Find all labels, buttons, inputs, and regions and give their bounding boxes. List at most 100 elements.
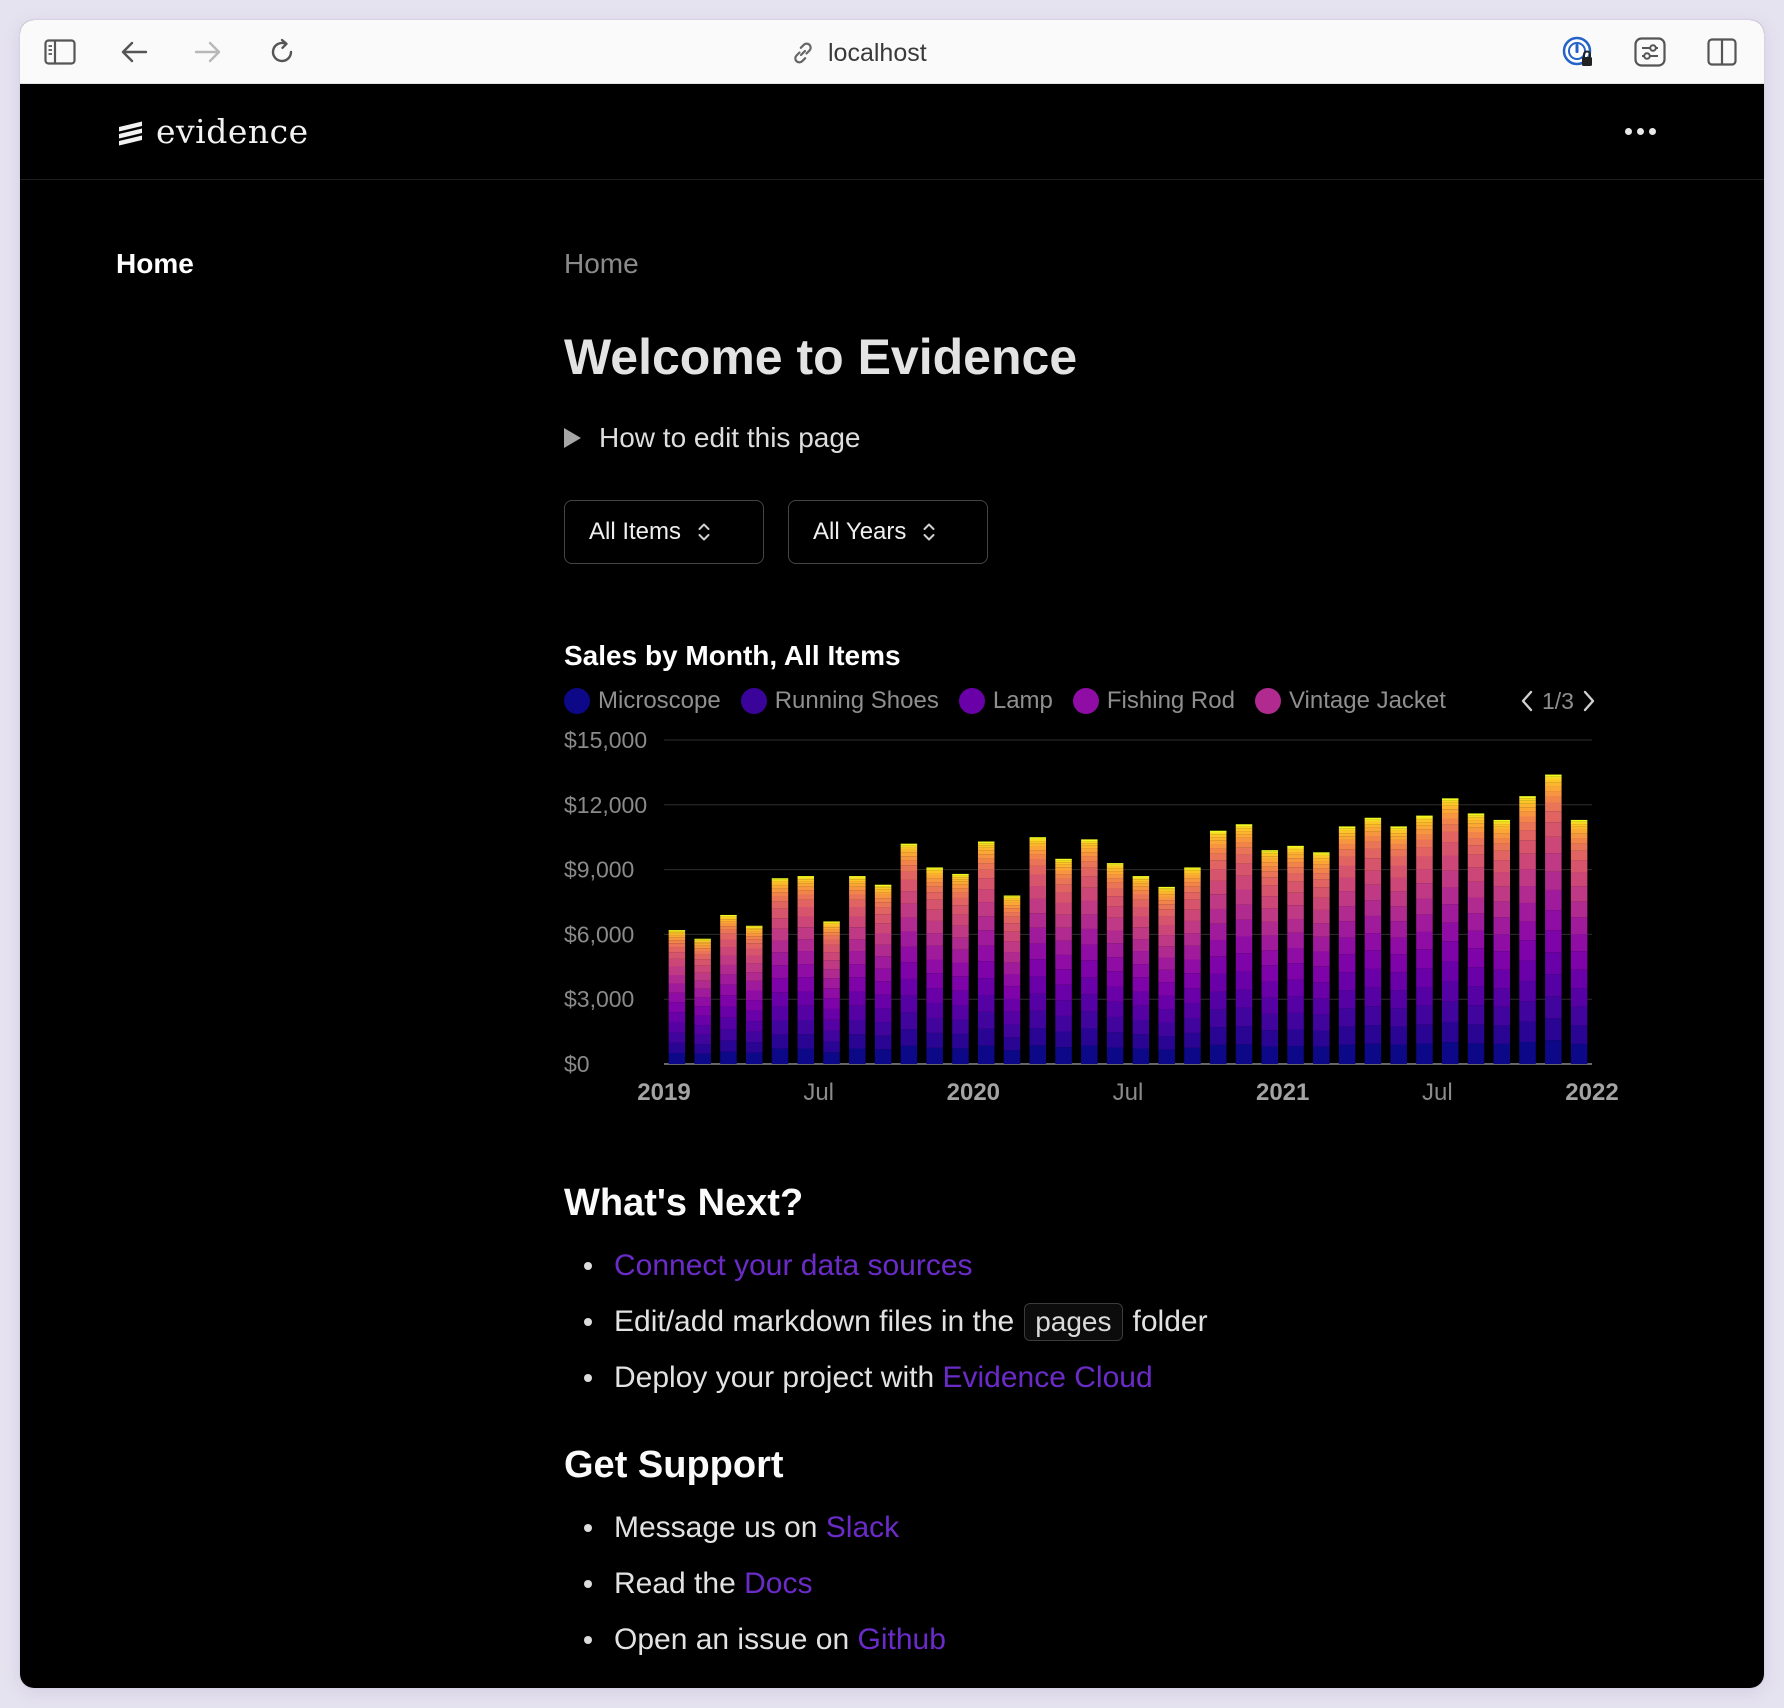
bar-segment xyxy=(1570,843,1588,851)
bar-segment xyxy=(694,1044,711,1054)
bar-segment xyxy=(849,939,866,952)
bar[interactable] xyxy=(1158,886,1175,1064)
legend-item-fishing-rod[interactable]: Fishing Rod xyxy=(1072,687,1235,715)
bar[interactable] xyxy=(849,876,866,1064)
bar[interactable] xyxy=(823,921,840,1064)
bar[interactable] xyxy=(745,925,763,1064)
bar[interactable] xyxy=(1338,826,1356,1064)
bar-segment xyxy=(1493,886,1511,902)
bar[interactable] xyxy=(1570,819,1588,1064)
reload-icon[interactable] xyxy=(264,34,300,70)
bar[interactable] xyxy=(1029,837,1047,1064)
bar-segment xyxy=(1570,850,1588,861)
bar-segment xyxy=(720,947,737,956)
bar-segment xyxy=(1313,982,1330,999)
extensions-icon[interactable] xyxy=(1632,34,1668,70)
bar[interactable] xyxy=(926,867,943,1064)
bar-segment xyxy=(900,860,918,866)
bar[interactable] xyxy=(797,876,815,1064)
legend-item-vintage-jacket[interactable]: Vintage Jacket xyxy=(1254,687,1446,715)
slack-link[interactable]: Slack xyxy=(826,1511,899,1545)
password-manager-icon[interactable] xyxy=(1560,34,1596,70)
bar-segment xyxy=(1467,1024,1485,1044)
bar[interactable] xyxy=(1209,830,1227,1064)
bar[interactable] xyxy=(1081,839,1098,1064)
bar-segment xyxy=(1390,839,1407,845)
legend-swatch xyxy=(564,688,590,714)
bar[interactable] xyxy=(874,884,892,1064)
bar[interactable] xyxy=(1364,817,1382,1064)
years-dropdown[interactable]: All Years xyxy=(788,500,988,564)
github-link[interactable]: Github xyxy=(858,1623,946,1657)
bar-segment xyxy=(849,883,866,887)
how-to-edit-disclosure[interactable]: How to edit this page xyxy=(564,422,861,454)
bar-segment xyxy=(1570,1043,1588,1064)
more-menu-icon[interactable] xyxy=(1618,118,1662,144)
bar-segment xyxy=(1416,914,1433,932)
bar-segment xyxy=(1493,969,1511,989)
bar[interactable] xyxy=(1416,815,1433,1064)
bar-segment xyxy=(926,959,943,974)
bar[interactable] xyxy=(1184,867,1201,1064)
bar[interactable] xyxy=(1390,826,1407,1064)
items-dropdown[interactable]: All Items xyxy=(564,500,764,564)
bar-segment xyxy=(1338,865,1356,878)
back-arrow-icon[interactable] xyxy=(116,34,152,70)
bar-segment xyxy=(668,992,686,1003)
bar[interactable] xyxy=(1441,798,1459,1064)
bar-segment xyxy=(1364,1025,1382,1044)
bar-segment xyxy=(1441,809,1459,814)
docs-link[interactable]: Docs xyxy=(744,1567,812,1601)
chevron-left-icon[interactable] xyxy=(1520,689,1534,713)
legend-item-running-shoes[interactable]: Running Shoes xyxy=(740,687,939,715)
bar[interactable] xyxy=(952,873,969,1064)
legend-item-lamp[interactable]: Lamp xyxy=(958,687,1053,715)
bar[interactable] xyxy=(1519,796,1536,1064)
bar-segment xyxy=(1570,826,1588,830)
bar-segment xyxy=(1209,848,1227,854)
bar[interactable] xyxy=(1313,852,1330,1064)
bar-segment xyxy=(1313,853,1330,856)
bar[interactable] xyxy=(1132,876,1150,1064)
bar-segment xyxy=(1081,839,1098,842)
bar[interactable] xyxy=(1055,858,1072,1064)
legend-item-microscope[interactable]: Microscope xyxy=(564,687,721,715)
bar[interactable] xyxy=(1545,774,1562,1064)
bar-segment xyxy=(1545,779,1562,783)
bar-segment xyxy=(874,889,892,893)
bar[interactable] xyxy=(1261,850,1279,1064)
x-tick-label: Jul xyxy=(1113,1079,1144,1106)
link-icon xyxy=(794,42,812,64)
bar[interactable] xyxy=(1467,813,1485,1064)
evidence-logo[interactable]: evidence xyxy=(116,112,309,151)
bar[interactable] xyxy=(1106,863,1124,1064)
bar[interactable] xyxy=(1235,824,1253,1064)
bar-segment xyxy=(1390,865,1407,878)
bar[interactable] xyxy=(1287,845,1304,1064)
chevron-right-icon[interactable] xyxy=(1582,689,1596,713)
bar-segment xyxy=(926,1032,943,1048)
bar[interactable] xyxy=(1003,895,1021,1064)
forward-arrow-icon[interactable] xyxy=(190,34,226,70)
bar-segment xyxy=(745,928,763,930)
bar-segment xyxy=(1338,856,1356,866)
sidebar-item-home[interactable]: Home xyxy=(116,248,194,280)
bar[interactable] xyxy=(900,843,918,1064)
split-view-icon[interactable] xyxy=(1704,34,1740,70)
address-bar[interactable]: localhost xyxy=(790,38,927,68)
bar[interactable] xyxy=(977,841,995,1064)
bar-segment xyxy=(1390,849,1407,857)
bar-segment xyxy=(1106,866,1124,869)
bar[interactable] xyxy=(720,914,737,1064)
bar-segment xyxy=(1313,879,1330,888)
bar[interactable] xyxy=(1493,819,1511,1064)
bar[interactable] xyxy=(694,938,711,1064)
connect-data-sources-link[interactable]: Connect your data sources xyxy=(614,1249,973,1283)
evidence-cloud-link[interactable]: Evidence Cloud xyxy=(943,1361,1153,1395)
bar-segment xyxy=(823,925,840,928)
bar-segment xyxy=(694,951,711,955)
bar[interactable] xyxy=(771,878,789,1064)
bar-segment xyxy=(1184,878,1201,883)
sidebar-icon[interactable] xyxy=(42,34,78,70)
bar[interactable] xyxy=(668,930,686,1064)
